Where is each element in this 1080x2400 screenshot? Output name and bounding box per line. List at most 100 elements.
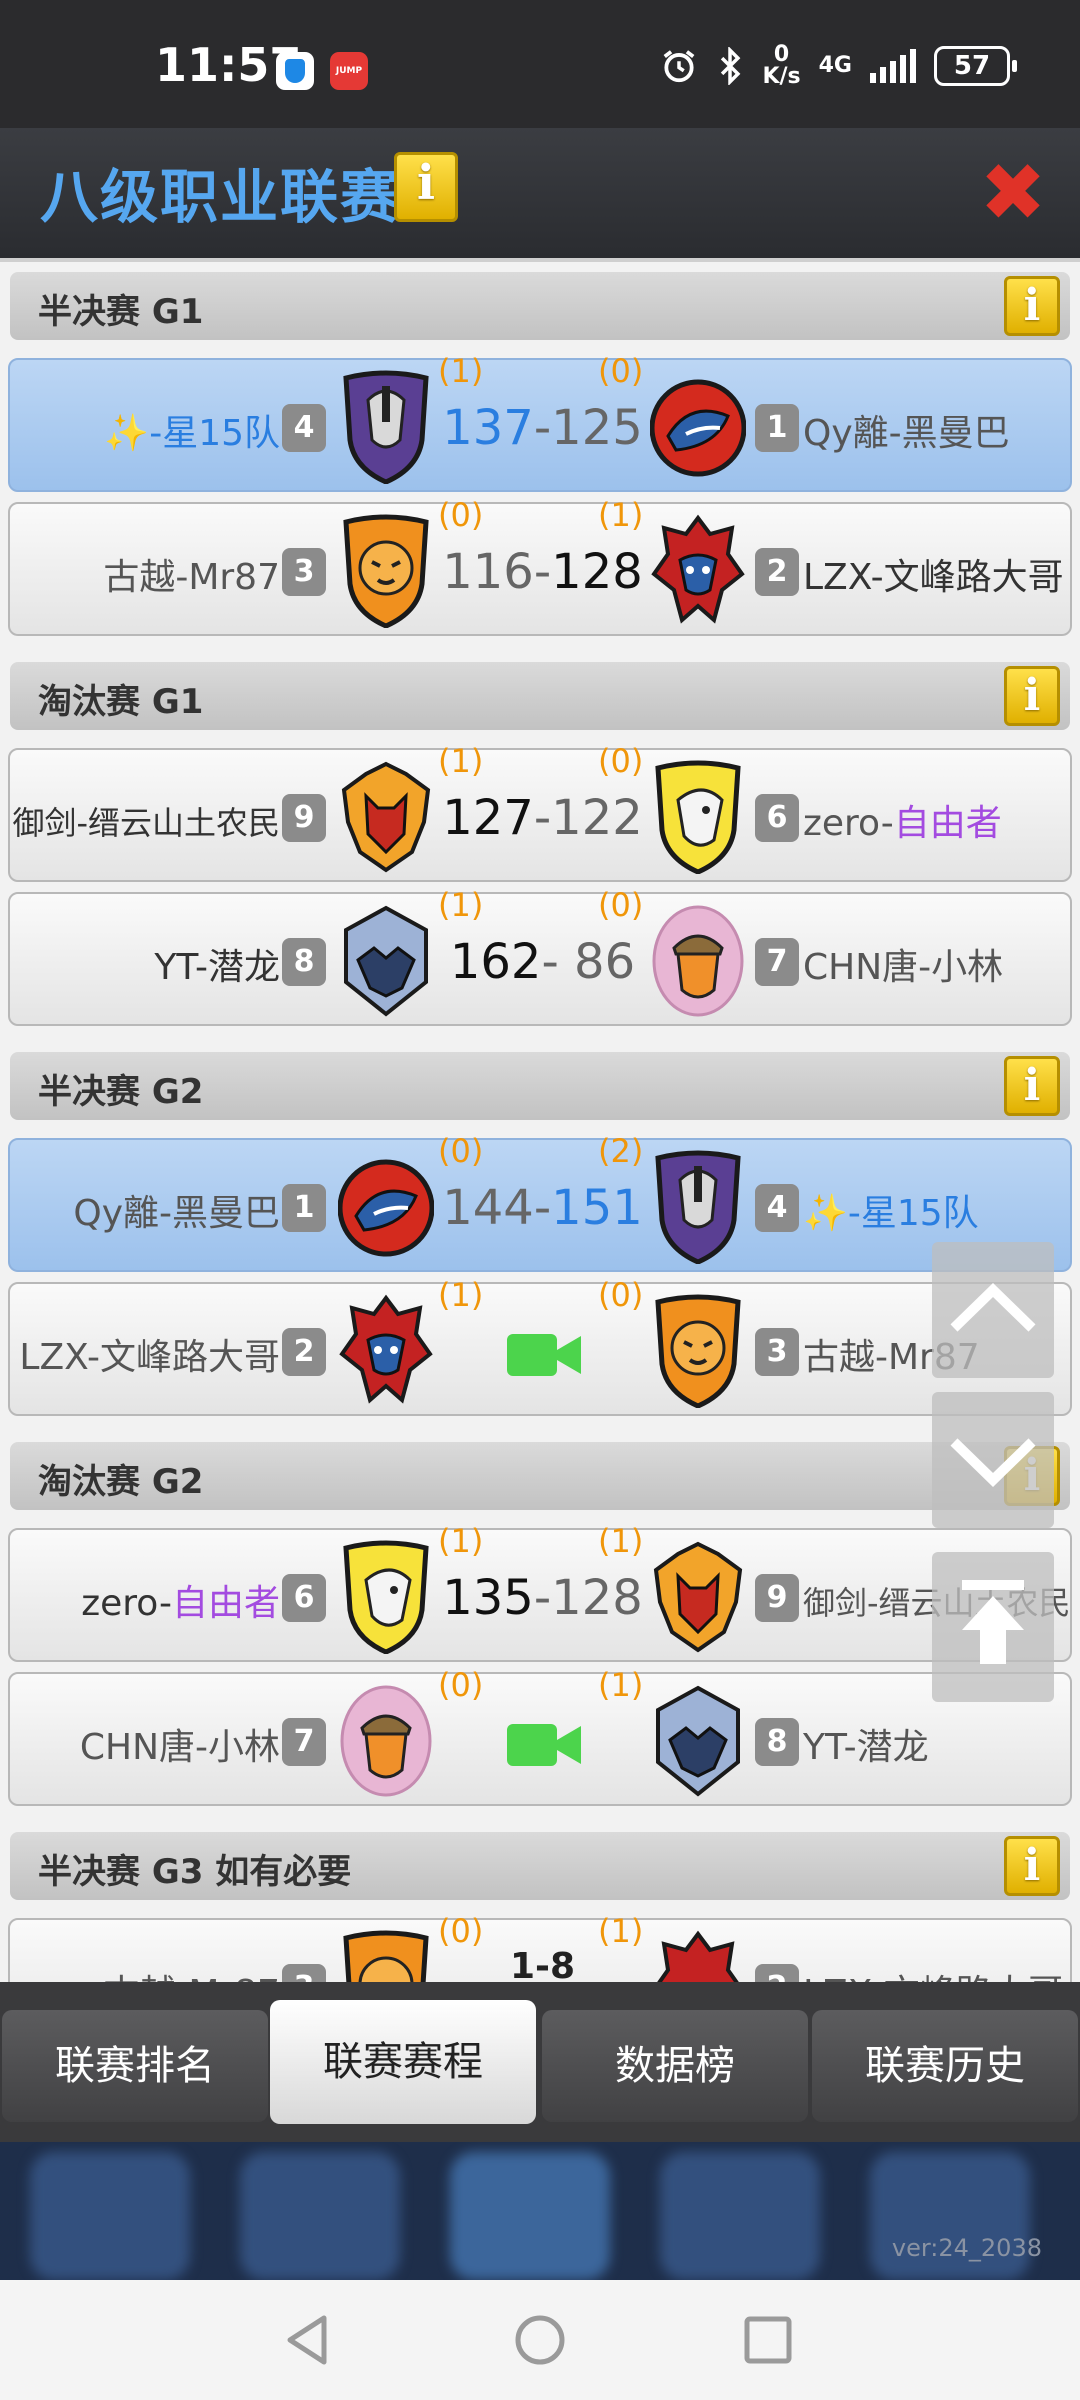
home-seed: 7 (282, 1718, 326, 1766)
blurred-menu-icon (660, 2152, 820, 2280)
scroll-down-button[interactable] (932, 1392, 1054, 1528)
info-icon[interactable]: i (1004, 276, 1060, 336)
home-seed: 8 (282, 938, 326, 986)
chevron-up-icon (950, 1283, 1036, 1332)
home-series-wins: (1) (438, 1276, 484, 1314)
bat-badge-icon (344, 905, 428, 1017)
system-nav-bar (0, 2280, 1080, 2400)
section-header: 淘汰赛 G1 i (10, 662, 1070, 730)
match-row[interactable]: zero-自由者 6 (1) 135-128 (1) 9 御剑-缙云山土农民 (8, 1522, 1072, 1662)
schedule-list[interactable]: 半决赛 G1 i ✨-星15队 4 (1) 137-125 (0) 1 Qy離-… (0, 258, 1080, 1982)
match-date: 1-8 (509, 1946, 576, 1982)
home-series-wins: (0) (438, 1912, 484, 1950)
away-seed: 3 (755, 1328, 799, 1376)
blurred-menu-icon (450, 2152, 610, 2280)
home-team-name: LZX-文峰路大哥 (19, 1337, 280, 1378)
wolf-badge-icon (341, 761, 431, 873)
score: 144-151 (442, 1180, 643, 1236)
away-series-wins: (0) (598, 742, 644, 780)
network-speed: 0 K/s (762, 42, 801, 89)
jump-app-icon: JUMP (330, 52, 368, 90)
video-replay-icon[interactable] (507, 1330, 581, 1380)
away-series-wins: (1) (598, 496, 644, 534)
away-series-wins: (0) (598, 1276, 644, 1314)
home-team-name: CHN唐-小林 (79, 1727, 280, 1768)
dragon-badge-icon (343, 1540, 429, 1654)
close-icon[interactable]: ✖ (976, 153, 1050, 233)
home-team-name: 古越-Mr87 (103, 1964, 280, 1982)
match-row[interactable]: CHN唐-小林 7 (0) (1) 8 YT-潜龙 (8, 1666, 1072, 1806)
viking-badge-icon (652, 905, 744, 1017)
recents-icon[interactable] (742, 2314, 794, 2366)
away-team-name: Qy離-黑曼巴 (803, 413, 1010, 454)
background-game-menu: ver:24_2038 (0, 2142, 1080, 2280)
away-series-wins: (0) (598, 352, 644, 390)
demon-badge-icon (657, 1930, 739, 1982)
match-row[interactable]: YT-潜龙 8 (1) 162- 86 (0) 7 CHN唐-小林 (8, 886, 1072, 1026)
section-title: 淘汰赛 G1 (38, 682, 204, 722)
away-seed: 2 (755, 548, 799, 596)
tab-league-ranking[interactable]: 联赛排名 (2, 2010, 268, 2122)
tiger-badge-icon (655, 1294, 741, 1408)
dragon-badge-icon (655, 760, 741, 874)
tab-stats[interactable]: 数据榜 (542, 2010, 808, 2122)
home-seed: 1 (282, 1184, 326, 1232)
home-team-name: YT-潜龙 (154, 947, 280, 988)
blurred-menu-icon (240, 2152, 400, 2280)
section-header: 半决赛 G3 如有必要 i (10, 1832, 1070, 1900)
home-team-name: 古越-Mr87 (103, 557, 280, 598)
network-type: 4G (818, 53, 852, 78)
home-seed: 4 (282, 404, 326, 452)
bluetooth-icon (721, 47, 741, 85)
match-row[interactable]: 古越-Mr87 3 (0) 1-8 (1) 2 LZX-文峰路大哥 (8, 1912, 1072, 1982)
away-team-name: LZX-文峰路大哥 (803, 1964, 1064, 1982)
home-team-name: zero-自由者 (81, 1583, 280, 1624)
home-series-wins: (1) (438, 352, 484, 390)
shield-app-icon (276, 52, 314, 90)
match-row[interactable]: ✨-星15队 4 (1) 137-125 (0) 1 Qy離-黑曼巴 (8, 352, 1072, 492)
match-row[interactable]: 古越-Mr87 3 (0) 116-128 (1) 2 LZX-文峰路大哥 (8, 496, 1072, 636)
info-icon[interactable]: i (1004, 1056, 1060, 1116)
home-icon[interactable] (512, 2312, 568, 2368)
section-header: 半决赛 G2 i (10, 1052, 1070, 1120)
section-title: 半决赛 G1 (38, 292, 204, 332)
home-series-wins: (1) (438, 886, 484, 924)
tab-league-history[interactable]: 联赛历史 (812, 2010, 1078, 2122)
chevron-down-icon (950, 1438, 1036, 1487)
tiger-badge-icon (343, 514, 429, 628)
scroll-up-button[interactable] (932, 1242, 1054, 1378)
info-icon[interactable]: i (1004, 666, 1060, 726)
demon-badge-icon (339, 1294, 433, 1404)
scroll-top-icon (962, 1580, 1024, 1664)
wolf-badge-icon (653, 1541, 743, 1653)
scroll-top-button[interactable] (932, 1552, 1054, 1702)
tiger-badge-icon (343, 1930, 429, 1982)
score: 162- 86 (449, 934, 636, 990)
section-title: 半决赛 G3 如有必要 (38, 1852, 352, 1892)
tab-league-schedule[interactable]: 联赛赛程 (270, 2000, 536, 2124)
home-seed: 3 (282, 1964, 326, 1982)
home-series-wins: (0) (438, 1132, 484, 1170)
version-label: ver:24_2038 (891, 2234, 1042, 2262)
back-icon[interactable] (282, 2312, 332, 2368)
match-row[interactable]: Qy離-黑曼巴 1 (0) 144-151 (2) 4 ✨-星15队 (8, 1132, 1072, 1272)
app-header: 八级职业联赛 i ✖ (0, 128, 1080, 258)
away-series-wins: (1) (598, 1666, 644, 1704)
home-series-wins: (1) (438, 1522, 484, 1560)
info-icon[interactable]: i (1004, 1836, 1060, 1896)
home-seed: 9 (282, 794, 326, 842)
blurred-menu-icon (30, 2152, 190, 2280)
alarm-icon (664, 50, 695, 83)
video-replay-icon[interactable] (507, 1720, 581, 1770)
score: 137-125 (442, 400, 643, 456)
match-row[interactable]: 御剑-缙云山土农民 9 (1) 127-122 (0) 6 zero-自由者 (8, 742, 1072, 882)
info-icon[interactable]: i (394, 152, 458, 222)
away-seed: 6 (755, 794, 799, 842)
away-seed: 8 (755, 1718, 799, 1766)
status-icons: 0 K/s 4G 57 (660, 42, 1017, 89)
shark-badge-icon (650, 379, 746, 477)
battery-icon: 57 (934, 46, 1017, 86)
bat-badge-icon (656, 1685, 740, 1797)
shark-badge-icon (338, 1159, 434, 1257)
match-row[interactable]: LZX-文峰路大哥 2 (1) (0) 3 古越-Mr87 (8, 1276, 1072, 1416)
